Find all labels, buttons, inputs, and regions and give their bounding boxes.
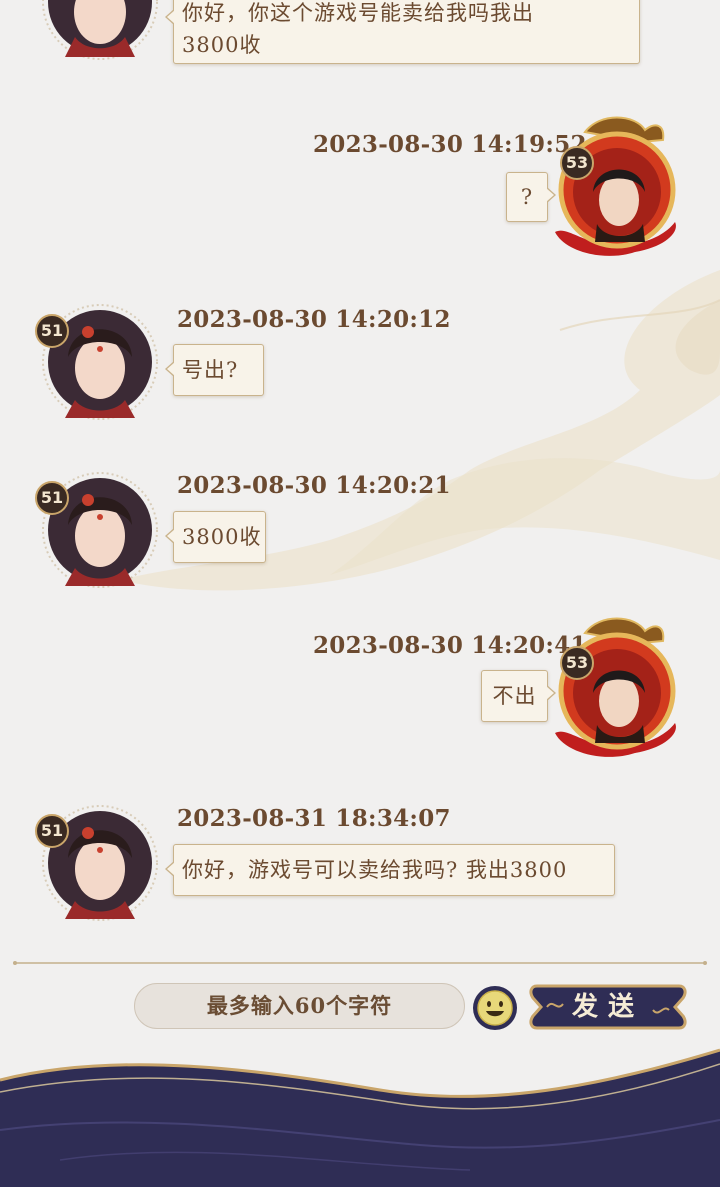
footer-wave-decoration [0, 1048, 720, 1187]
message-text: 3800收 [182, 525, 262, 549]
send-button[interactable]: 发送 [527, 982, 689, 1032]
message-text: ? [520, 185, 534, 209]
message-text: 你好，游戏号可以卖给我吗? 我出3800 [182, 858, 568, 882]
message-bubble: ? [506, 172, 556, 222]
message-bubble: 3800收 [165, 511, 266, 563]
message-text: 不出 [492, 684, 537, 708]
level-badge: 51 [35, 814, 69, 848]
female-avatar[interactable] [40, 0, 160, 62]
level-badge: 53 [560, 646, 594, 680]
male-avatar[interactable] [545, 613, 685, 763]
message-bubble: 不出 [481, 670, 556, 722]
level-badge: 51 [35, 314, 69, 348]
message-text: 号出? [182, 358, 239, 382]
message-timestamp: 2023-08-30 14:20:12 [177, 306, 451, 333]
chat-input[interactable]: 最多输入60个字符 [134, 983, 465, 1029]
level-badge: 51 [35, 481, 69, 515]
male-avatar[interactable] [545, 112, 685, 262]
input-divider [13, 961, 707, 965]
message-bubble: 你好，你这个游戏号能卖给我吗我出 3800收 [165, 0, 640, 64]
message-timestamp: 2023-08-30 14:20:21 [177, 472, 451, 499]
message-bubble: 你好，游戏号可以卖给我吗? 我出3800 [165, 844, 615, 896]
message-bubble: 号出? [165, 344, 264, 396]
message-text-line1: 你好，你这个游戏号能卖给我吗我出 [182, 1, 534, 25]
level-badge: 53 [560, 146, 594, 180]
chat-input-placeholder: 最多输入60个字符 [206, 993, 393, 1018]
message-timestamp: 2023-08-31 18:34:07 [177, 805, 451, 832]
smiley-face-icon[interactable] [471, 984, 519, 1032]
message-text-line2: 3800收 [182, 33, 262, 57]
send-button-label: 发送 [571, 992, 644, 1022]
